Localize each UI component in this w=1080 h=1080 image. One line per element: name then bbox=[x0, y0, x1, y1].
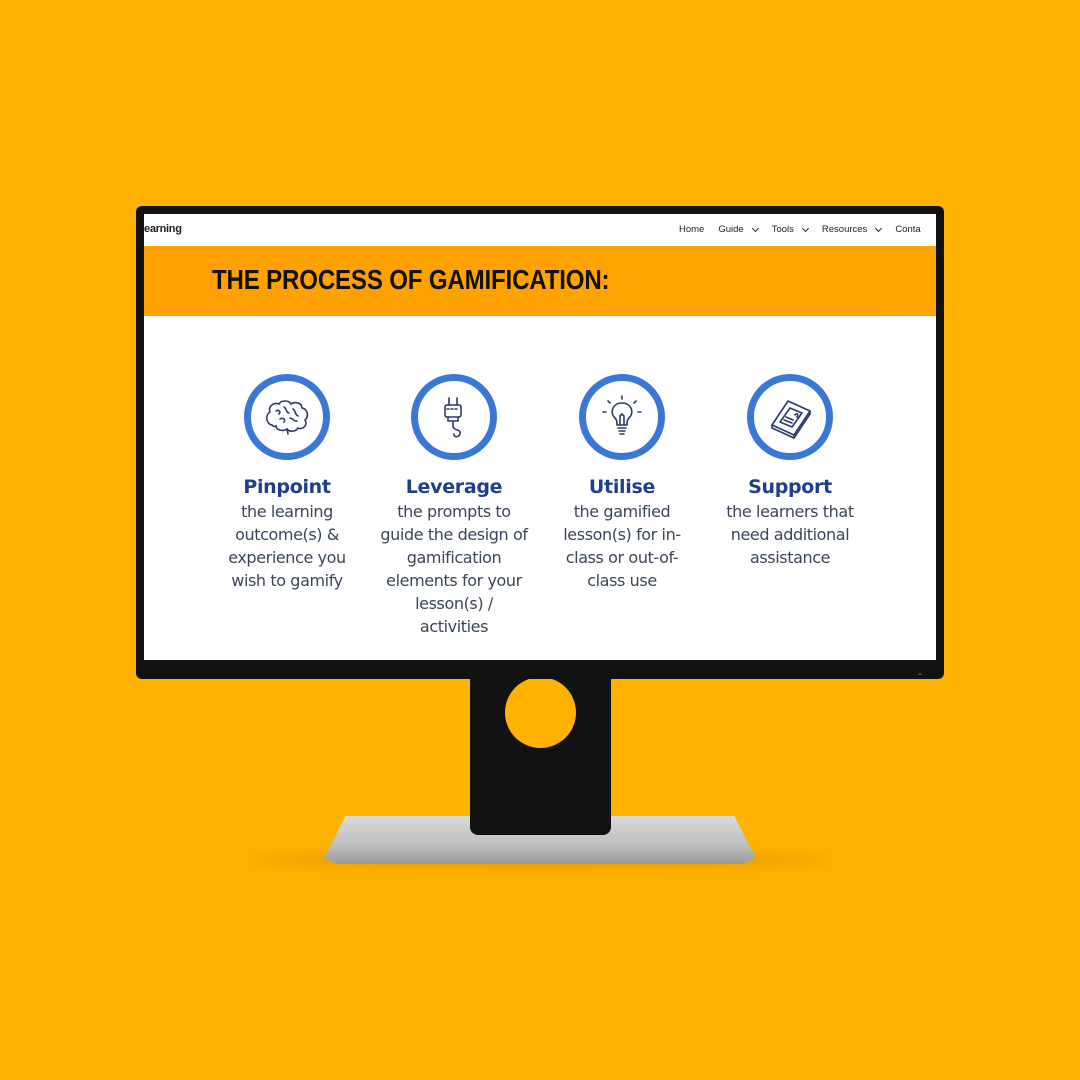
chevron-down-icon bbox=[875, 224, 883, 232]
step-description: the gamified lesson(s) for in- class or … bbox=[547, 500, 697, 592]
step-desc-line: experience you bbox=[228, 548, 346, 567]
step-desc-line: lesson(s) for in- bbox=[563, 525, 681, 544]
monitor-stand-foot bbox=[470, 816, 611, 834]
step-card-support: Support the learners that need additiona… bbox=[715, 374, 865, 569]
page-title: THE PROCESS OF GAMIFICATION: bbox=[212, 264, 610, 295]
step-desc-line: the learners that bbox=[726, 502, 854, 521]
step-card-leverage: Leverage the prompts to guide the design… bbox=[379, 374, 529, 638]
step-desc-line: the gamified bbox=[573, 502, 671, 521]
step-desc-line: need additional bbox=[730, 525, 850, 544]
step-desc-line: gamification bbox=[406, 548, 502, 567]
step-icon-circle bbox=[579, 374, 665, 460]
chevron-down-icon bbox=[801, 224, 809, 232]
step-title: Utilise bbox=[588, 476, 656, 498]
step-desc-line: lesson(s) / bbox=[415, 594, 493, 613]
step-desc-line: outcome(s) & bbox=[235, 525, 339, 544]
nav-item-resources[interactable]: Resources bbox=[821, 224, 883, 235]
plug-icon bbox=[444, 397, 462, 438]
nav-item-contact[interactable]: Conta bbox=[895, 224, 920, 235]
step-icon-circle bbox=[747, 374, 833, 460]
power-indicator bbox=[918, 673, 922, 675]
nav-item-home[interactable]: Home bbox=[679, 224, 704, 235]
chevron-down-icon bbox=[751, 224, 759, 232]
step-description: the learners that need additional assist… bbox=[715, 500, 865, 569]
step-icon-circle bbox=[244, 374, 330, 460]
nav-item-guide[interactable]: Guide bbox=[718, 224, 759, 235]
monitor: earning Home Guide Tools Resources Conta… bbox=[136, 206, 944, 679]
lightbulb-icon bbox=[602, 395, 642, 435]
step-desc-line: guide the design of bbox=[380, 525, 528, 544]
step-desc-line: the prompts to bbox=[397, 502, 511, 521]
step-desc-line: assistance bbox=[749, 548, 831, 567]
nav-item-label: Guide bbox=[718, 224, 744, 235]
step-desc-line: class use bbox=[587, 571, 657, 590]
step-icon-circle bbox=[411, 374, 497, 460]
step-desc-line: wish to gamify bbox=[231, 571, 343, 590]
step-desc-line: elements for your bbox=[386, 571, 522, 590]
step-title: Leverage bbox=[405, 476, 503, 498]
step-description: the prompts to guide the design of gamif… bbox=[379, 500, 529, 638]
step-desc-line: class or out-of- bbox=[565, 548, 679, 567]
step-card-pinpoint: Pinpoint the learning outcome(s) & exper… bbox=[212, 374, 362, 592]
brain-icon bbox=[266, 400, 309, 435]
nav-menu: Home Guide Tools Resources Conta bbox=[679, 224, 935, 235]
nav-item-label: Conta bbox=[895, 224, 921, 235]
nav-item-tools[interactable]: Tools bbox=[771, 224, 809, 235]
stand-cable-hole bbox=[505, 677, 576, 748]
process-steps: Pinpoint the learning outcome(s) & exper… bbox=[144, 316, 936, 660]
nav-item-label: Tools bbox=[771, 224, 794, 235]
step-desc-line: activities bbox=[419, 617, 489, 636]
step-title: Support bbox=[748, 476, 832, 498]
book-icon bbox=[771, 400, 811, 439]
site-navbar: earning Home Guide Tools Resources Conta bbox=[144, 214, 936, 246]
nav-item-label: Home bbox=[679, 224, 705, 235]
nav-item-label: Resources bbox=[821, 224, 868, 235]
step-description: the learning outcome(s) & experience you… bbox=[212, 500, 362, 592]
site-logo[interactable]: earning bbox=[144, 223, 182, 235]
step-desc-line: the learning bbox=[241, 502, 333, 521]
step-card-utilise: Utilise the gamified lesson(s) for in- c… bbox=[547, 374, 697, 592]
section-banner: THE PROCESS OF GAMIFICATION: bbox=[144, 246, 936, 316]
monitor-screen: earning Home Guide Tools Resources Conta… bbox=[144, 214, 936, 660]
step-title: Pinpoint bbox=[243, 476, 331, 498]
